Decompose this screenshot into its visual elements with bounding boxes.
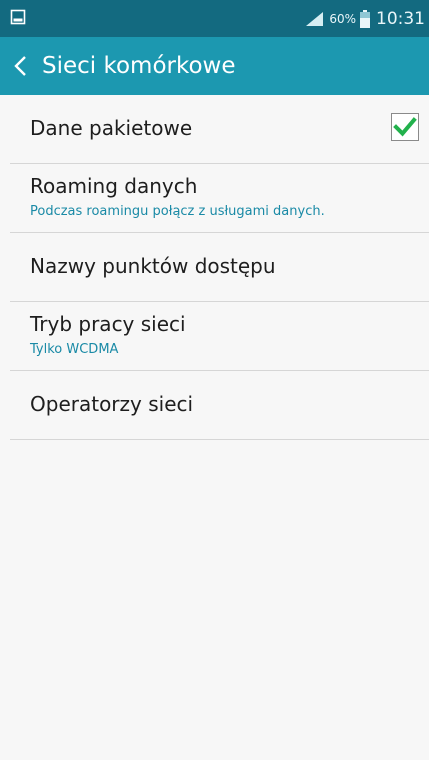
list-item-subtitle: Tylko WCDMA xyxy=(30,342,119,357)
status-indicators: 60% 10:31 xyxy=(306,0,425,37)
list-item-roaming-danych[interactable]: Roaming danych Podczas roamingu połącz z… xyxy=(10,164,429,233)
image-notification-icon xyxy=(10,9,26,25)
list-item-title: Operatorzy sieci xyxy=(30,392,194,416)
list-item-title: Roaming danych xyxy=(30,174,198,198)
status-time: 10:31 xyxy=(376,8,425,29)
signal-icon xyxy=(306,11,324,26)
status-bar: 60% 10:31 xyxy=(0,0,429,37)
dane-pakietowe-checkbox[interactable] xyxy=(391,113,419,141)
battery-icon xyxy=(360,9,370,28)
page-title: Sieci komórkowe xyxy=(42,53,236,79)
back-button[interactable] xyxy=(0,37,28,95)
list-item-operatorzy-sieci[interactable]: Operatorzy sieci xyxy=(10,371,429,440)
action-bar: Sieci komórkowe xyxy=(0,37,429,95)
list-item-dane-pakietowe[interactable]: Dane pakietowe xyxy=(10,95,429,164)
settings-list: Dane pakietowe Roaming danych Podczas ro… xyxy=(0,95,429,440)
list-item-subtitle: Podczas roamingu połącz z usługami danyc… xyxy=(30,204,325,219)
list-item-title: Dane pakietowe xyxy=(30,116,193,140)
list-item-title: Nazwy punktów dostępu xyxy=(30,254,276,278)
checkmark-icon xyxy=(393,117,417,137)
list-item-nazwy-punktow-dostepu[interactable]: Nazwy punktów dostępu xyxy=(10,233,429,302)
list-item-tryb-pracy-sieci[interactable]: Tryb pracy sieci Tylko WCDMA xyxy=(10,302,429,371)
battery-percent: 60% xyxy=(329,11,356,26)
chevron-left-icon xyxy=(14,56,26,76)
list-item-title: Tryb pracy sieci xyxy=(30,312,186,336)
